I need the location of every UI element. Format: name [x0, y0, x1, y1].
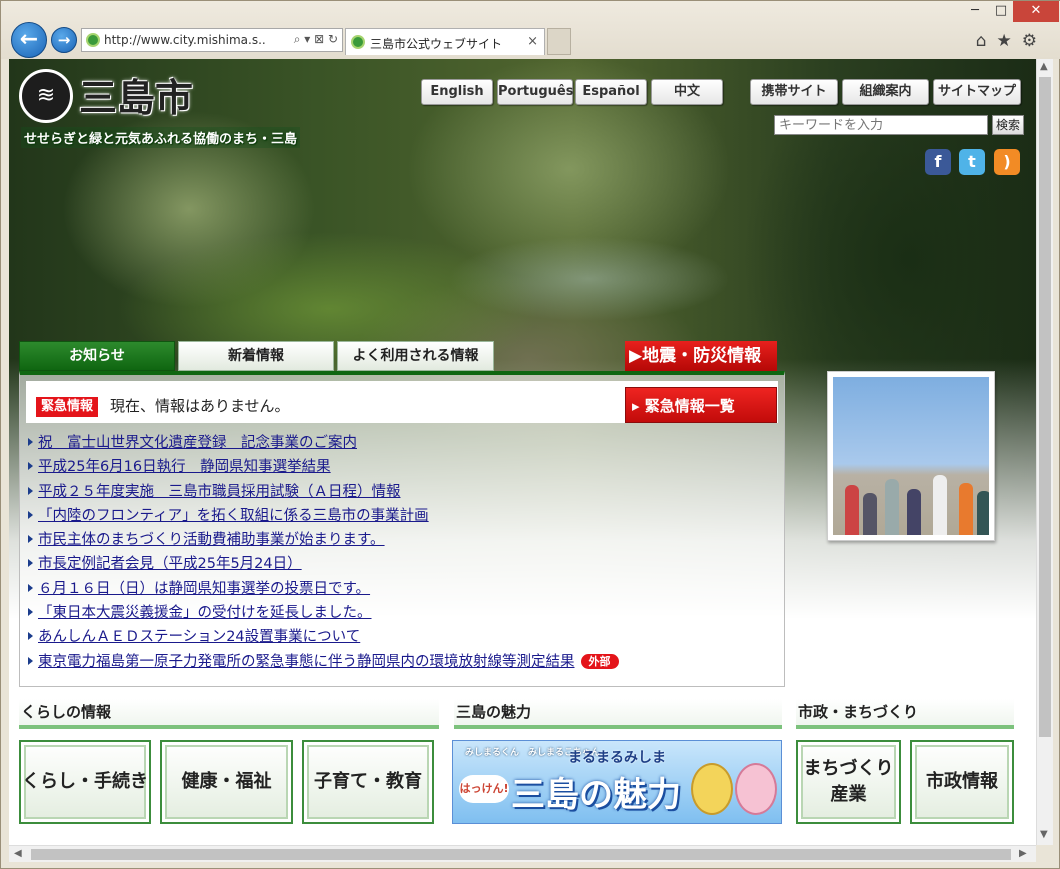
- scroll-right-icon[interactable]: ▶: [1019, 848, 1027, 859]
- mascot-mishimaru-kun-icon: [691, 763, 733, 815]
- health-welfare-button[interactable]: 健康・福祉: [160, 740, 293, 824]
- address-tools-icons[interactable]: ⌕ ▾ ⊠ ↻: [289, 32, 338, 47]
- horizontal-scroll-thumb[interactable]: [31, 849, 1011, 860]
- emergency-status-text: 現在、情報はありません。: [110, 397, 290, 415]
- news-link[interactable]: 平成２５年度実施 三島市職員採用試験（Ａ日程）情報: [38, 484, 401, 500]
- forward-arrow-icon[interactable]: →: [51, 27, 77, 53]
- section-charm-heading: 三島の魅力: [454, 699, 782, 729]
- news-link[interactable]: あんしんＡＥＤステーション24設置事業について: [38, 629, 360, 645]
- facebook-icon[interactable]: f: [925, 149, 951, 175]
- tab-notices[interactable]: お知らせ: [19, 341, 175, 371]
- rss-icon[interactable]: ): [994, 149, 1020, 175]
- photo-figure: [885, 479, 899, 535]
- sitemap-button[interactable]: サイトマップ: [933, 79, 1021, 105]
- search-input[interactable]: [774, 115, 988, 135]
- photo-figure: [863, 493, 877, 535]
- news-link[interactable]: 祝 富士山世界文化遺産登録 記念事業のご案内: [38, 435, 357, 451]
- featured-photo[interactable]: [827, 371, 995, 541]
- external-badge: 外部: [580, 653, 619, 669]
- close-window-icon[interactable]: ✕: [1013, 1, 1059, 22]
- mishima-charm-banner[interactable]: みしまるくん みしまるこちゃん まるまるみしま はっけん! 三島の魅力: [452, 740, 782, 824]
- news-item: あんしんＡＥＤステーション24設置事業について: [26, 625, 776, 649]
- browser-toolbar: ← → http://www.city.mishima.s.. ⌕ ▾ ⊠ ↻ …: [1, 1, 1060, 59]
- back-arrow-icon[interactable]: ←: [11, 22, 47, 58]
- childcare-education-button[interactable]: 子育て・教育: [302, 740, 434, 824]
- town-development-industry-button[interactable]: まちづくり 産業: [796, 740, 901, 824]
- photo-figure: [845, 485, 859, 535]
- logo-text: 三島市: [79, 76, 194, 120]
- news-item: 祝 富士山世界文化遺産登録 記念事業のご案内: [26, 431, 776, 455]
- news-link[interactable]: 「内陸のフロンティア」を拓く取組に係る三島市の事業計画: [38, 508, 429, 524]
- city-emblem-icon: ≋: [19, 69, 73, 123]
- tab-new-info[interactable]: 新着情報: [178, 341, 334, 371]
- section-city-heading: 市政・まちづくり: [796, 699, 1014, 729]
- vertical-scrollbar[interactable]: ▲ ▼: [1036, 59, 1053, 845]
- news-link[interactable]: 市民主体のまちづくり活動費補助事業が始まります。: [38, 532, 385, 548]
- scroll-up-icon[interactable]: ▲: [1040, 61, 1048, 72]
- news-link[interactable]: ６月１６日（日）は静岡県知事選挙の投票日です。: [38, 581, 370, 597]
- mascot-mishimaru-ko-icon: [735, 763, 777, 815]
- lang-portugues-button[interactable]: Português: [497, 79, 573, 105]
- site-favicon-icon: [86, 33, 100, 47]
- browser-window: ← → http://www.city.mishima.s.. ⌕ ▾ ⊠ ↻ …: [0, 0, 1060, 869]
- news-list: 祝 富士山世界文化遺産登録 記念事業のご案内 平成25年6月16日執行 静岡県知…: [26, 431, 776, 674]
- tab-frequently-used[interactable]: よく利用される情報: [337, 341, 494, 371]
- search-button[interactable]: 検索: [992, 115, 1024, 135]
- photo-figure: [977, 491, 989, 535]
- browser-tab[interactable]: 三島市公式ウェブサイト ×: [345, 28, 545, 55]
- photo-image: [833, 377, 989, 535]
- lang-chinese-button[interactable]: 中文: [651, 79, 723, 105]
- city-administration-button[interactable]: 市政情報: [910, 740, 1014, 824]
- scroll-down-icon[interactable]: ▼: [1040, 829, 1048, 840]
- news-item: 平成25年6月16日執行 静岡県知事選挙結果: [26, 455, 776, 479]
- tab-favicon-icon: [351, 35, 365, 49]
- site-logo[interactable]: ≋ 三島市 せせらぎと緑と元気あふれる協働のまち・三島: [19, 67, 319, 148]
- life-procedures-button[interactable]: くらし・手続き: [19, 740, 151, 824]
- news-link[interactable]: 平成25年6月16日執行 静岡県知事選挙結果: [38, 459, 331, 475]
- news-panel: 緊急情報 現在、情報はありません。 ▸ 緊急情報一覧 祝 富士山世界文化遺産登録…: [19, 371, 785, 687]
- twitter-icon[interactable]: t: [959, 149, 985, 175]
- news-item: ６月１６日（日）は静岡県知事選挙の投票日です。: [26, 577, 776, 601]
- news-item: 平成２５年度実施 三島市職員採用試験（Ａ日程）情報: [26, 480, 776, 504]
- news-item: 「東日本大震災義援金」の受付けを延長しました。: [26, 601, 776, 625]
- address-url[interactable]: http://www.city.mishima.s..: [104, 33, 266, 47]
- home-favorites-settings-icons[interactable]: ⌂★⚙: [976, 31, 1047, 51]
- disaster-info-link[interactable]: ▶地震・防災情報: [625, 341, 777, 371]
- news-link[interactable]: 「東日本大震災義援金」の受付けを延長しました。: [38, 605, 372, 621]
- section-life-heading: くらしの情報: [19, 699, 439, 729]
- news-item: 市民主体のまちづくり活動費補助事業が始まります。: [26, 528, 776, 552]
- scroll-left-icon[interactable]: ◀: [14, 848, 22, 859]
- lang-espanol-button[interactable]: Español: [575, 79, 647, 105]
- banner-hakken: はっけん!: [459, 775, 509, 803]
- banner-main-text: 三島の魅力: [511, 775, 681, 815]
- address-bar[interactable]: http://www.city.mishima.s.. ⌕ ▾ ⊠ ↻: [81, 28, 343, 52]
- photo-figure: [933, 475, 947, 535]
- vertical-scroll-thumb[interactable]: [1039, 77, 1051, 737]
- news-link[interactable]: 東京電力福島第一原子力発電所の緊急事態に伴う静岡県内の環境放射線等測定結果: [38, 654, 575, 670]
- minimize-icon[interactable]: ─: [963, 1, 987, 22]
- news-item: 市長定例記者会見（平成25年5月24日）: [26, 552, 776, 576]
- horizontal-scrollbar[interactable]: ◀ ▶: [9, 845, 1036, 862]
- banner-title: まるまるみしま: [568, 750, 666, 766]
- site-tagline: せせらぎと緑と元気あふれる協働のまち・三島: [21, 127, 301, 148]
- tab-close-icon[interactable]: ×: [527, 34, 538, 49]
- mobile-site-button[interactable]: 携帯サイト: [750, 79, 838, 105]
- photo-figure: [907, 489, 921, 535]
- news-item: 東京電力福島第一原子力発電所の緊急事態に伴う静岡県内の環境放射線等測定結果 外部: [26, 650, 776, 674]
- maximize-icon[interactable]: □: [989, 1, 1013, 22]
- news-item: 「内陸のフロンティア」を拓く取組に係る三島市の事業計画: [26, 504, 776, 528]
- lang-english-button[interactable]: English: [421, 79, 493, 105]
- emergency-badge: 緊急情報: [36, 397, 99, 417]
- new-tab-button[interactable]: [547, 28, 571, 55]
- photo-figure: [959, 483, 973, 535]
- news-link[interactable]: 市長定例記者会見（平成25年5月24日）: [38, 556, 302, 572]
- emergency-list-button[interactable]: ▸ 緊急情報一覧: [625, 387, 777, 423]
- tab-title: 三島市公式ウェブサイト: [370, 37, 503, 51]
- page-viewport: ≋ 三島市 せせらぎと緑と元気あふれる協働のまち・三島 English Port…: [9, 59, 1036, 845]
- organization-button[interactable]: 組織案内: [842, 79, 929, 105]
